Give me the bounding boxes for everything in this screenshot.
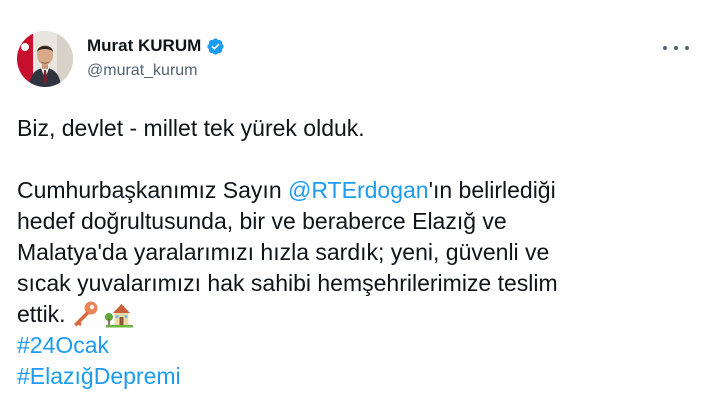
more-dot: [663, 46, 667, 50]
verified-badge-icon: [206, 37, 225, 56]
hashtag-link[interactable]: #ElazığDepremi: [17, 363, 181, 389]
tweet-text: Biz, devlet - millet tek yürek olduk. Cu…: [17, 113, 677, 392]
tweet-line: hedef doğrultusunda, bir ve beraberce El…: [17, 208, 507, 234]
more-options-icon[interactable]: [663, 38, 689, 58]
tweet-line: sıcak yuvalarımızı hak sahibi hemşehrile…: [17, 270, 558, 296]
tweet-line: Malatya'da yaralarımızı hızla sardık; ye…: [17, 239, 550, 265]
more-dot: [685, 46, 689, 50]
key-emoji-icon: [70, 300, 100, 328]
author-name-row[interactable]: Murat KURUM: [87, 36, 225, 56]
tweet-line: #ElazığDepremi: [17, 361, 677, 392]
author-name[interactable]: Murat KURUM: [87, 36, 201, 56]
author-handle[interactable]: @murat_kurum: [87, 62, 198, 80]
more-dot: [674, 46, 678, 50]
tweet-line: #24Ocak: [17, 330, 677, 361]
tweet-text-fragment: Cumhurbaşkanımız Sayın: [17, 177, 289, 203]
house-with-garden-emoji-icon: [104, 300, 134, 328]
tweet-line: Cumhurbaşkanımız Sayın @RTErdogan'ın bel…: [17, 175, 677, 206]
tweet-card: Murat KURUM @murat_kurum Biz, devlet - m…: [0, 0, 703, 419]
mention-link[interactable]: @RTErdogan: [288, 177, 429, 203]
tweet-line: Biz, devlet - millet tek yürek olduk.: [17, 115, 365, 141]
hashtag-link[interactable]: #24Ocak: [17, 332, 109, 358]
tweet-line: ettik.: [17, 299, 677, 330]
tweet-text-fragment: ettik.: [17, 301, 66, 327]
avatar[interactable]: [17, 31, 73, 87]
tweet-text-fragment: 'ın belirlediği: [428, 177, 556, 203]
